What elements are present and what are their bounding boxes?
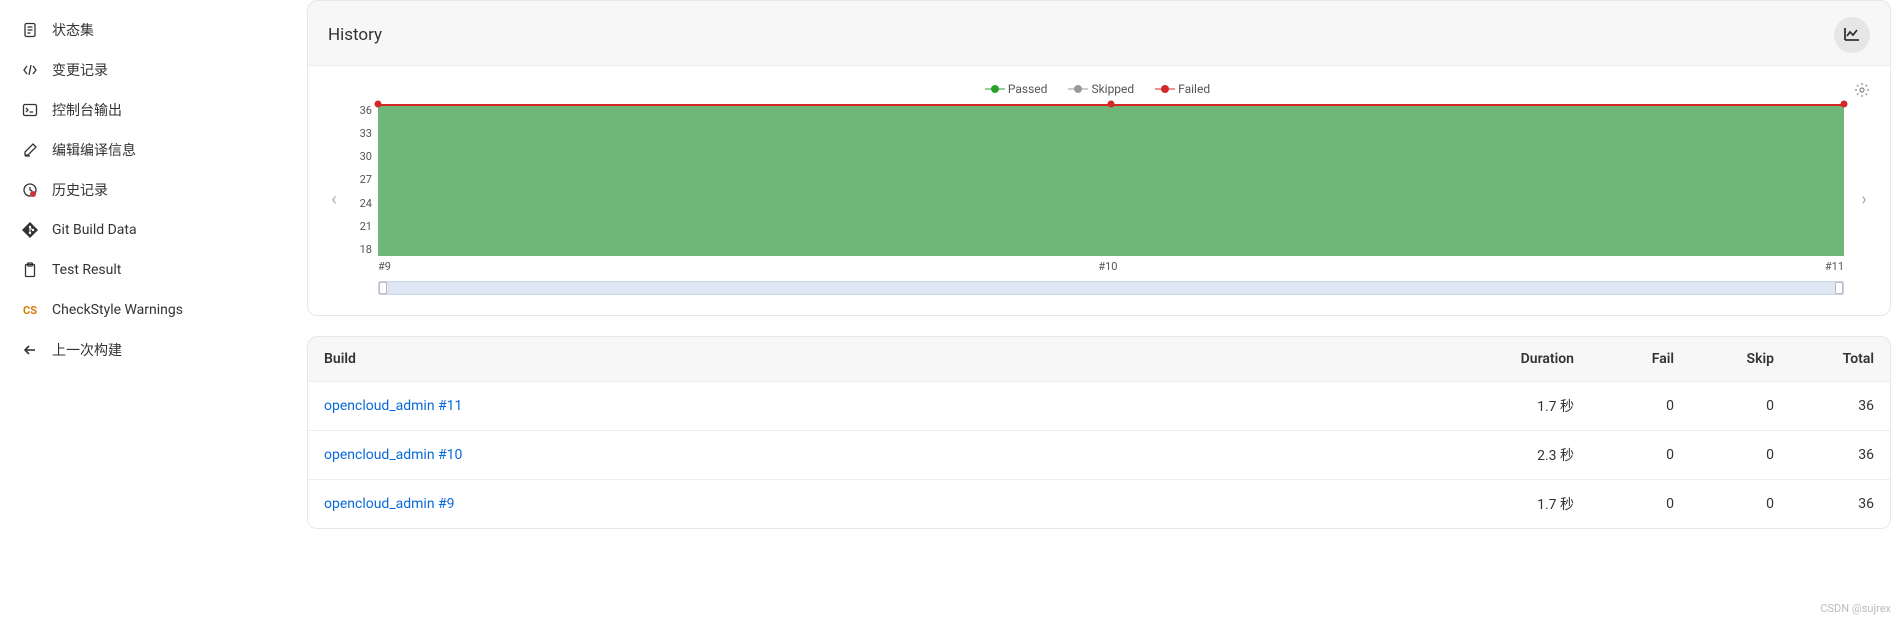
sidebar-item-label: Git Build Data (52, 222, 137, 238)
legend-dot-skipped (1071, 85, 1085, 93)
cell-duration: 1.7 秒 (1450, 382, 1590, 431)
legend-item-failed[interactable]: Failed (1158, 82, 1210, 96)
failed-point (375, 101, 382, 108)
failed-point (1841, 101, 1848, 108)
cell-skip: 0 (1690, 431, 1790, 480)
cell-build: opencloud_admin #9 (308, 480, 1450, 529)
sidebar-item-label: 编辑编译信息 (52, 140, 136, 160)
build-table: Build Duration Fail Skip Total opencloud… (308, 337, 1890, 528)
sidebar-item-console[interactable]: 控制台输出 (0, 90, 307, 130)
cell-total: 36 (1790, 431, 1890, 480)
clipboard-icon (20, 260, 40, 280)
chart-prev-button[interactable]: ‹ (324, 104, 344, 295)
table-row: opencloud_admin #102.3 秒0036 (308, 431, 1890, 480)
sidebar-item-status[interactable]: 状态集 (0, 10, 307, 50)
build-table-panel: Build Duration Fail Skip Total opencloud… (307, 336, 1891, 529)
chart-next-button[interactable]: › (1854, 104, 1874, 295)
sidebar-item-checkstyle[interactable]: CS CheckStyle Warnings (0, 290, 307, 330)
terminal-icon (20, 100, 40, 120)
table-row: opencloud_admin #91.7 秒0036 (308, 480, 1890, 529)
edit-icon (20, 140, 40, 160)
sidebar-item-label: 变更记录 (52, 60, 108, 80)
col-duration[interactable]: Duration (1450, 337, 1590, 382)
chart-inner: 36 33 30 27 24 21 18 #9 (354, 104, 1844, 295)
sidebar-item-label: 控制台输出 (52, 100, 122, 120)
range-handle-left[interactable] (379, 282, 387, 294)
failed-point (1108, 101, 1115, 108)
sidebar-item-label: CheckStyle Warnings (52, 302, 183, 318)
range-handle-right[interactable] (1835, 282, 1843, 294)
col-skip[interactable]: Skip (1690, 337, 1790, 382)
chart-legend: Passed Skipped Failed (324, 82, 1874, 96)
chart-plot[interactable] (378, 104, 1844, 256)
chart-area: Passed Skipped Failed ‹ 36 33 30 27 (308, 65, 1890, 315)
chart-toggle-button[interactable] (1834, 17, 1870, 53)
legend-dot-passed (988, 85, 1002, 93)
x-axis: #9 #10 #11 (378, 256, 1844, 273)
sidebar-item-test-result[interactable]: Test Result (0, 250, 307, 290)
cell-build: opencloud_admin #11 (308, 382, 1450, 431)
cell-total: 36 (1790, 480, 1890, 529)
watermark: CSDN @sujrex (1820, 602, 1891, 615)
cell-skip: 0 (1690, 480, 1790, 529)
cs-icon: CS (20, 300, 40, 320)
main: History Passed Skipped Failed ‹ 36 (307, 0, 1899, 619)
build-link[interactable]: opencloud_admin #10 (324, 447, 462, 463)
sidebar-item-label: 状态集 (52, 20, 94, 40)
cell-total: 36 (1790, 382, 1890, 431)
table-row: opencloud_admin #111.7 秒0036 (308, 382, 1890, 431)
table-header-row: Build Duration Fail Skip Total (308, 337, 1890, 382)
sidebar-item-edit-build[interactable]: 编辑编译信息 (0, 130, 307, 170)
sidebar-item-prev-build[interactable]: 上一次构建 (0, 330, 307, 370)
y-axis: 36 33 30 27 24 21 18 (354, 104, 378, 256)
legend-item-passed[interactable]: Passed (988, 82, 1048, 96)
chart-body: ‹ 36 33 30 27 24 21 18 (324, 104, 1874, 295)
cell-duration: 1.7 秒 (1450, 480, 1590, 529)
back-icon (20, 340, 40, 360)
history-icon (20, 180, 40, 200)
line-chart-icon (1843, 26, 1861, 44)
sidebar-item-git[interactable]: Git Build Data (0, 210, 307, 250)
sidebar-item-changes[interactable]: 变更记录 (0, 50, 307, 90)
passed-area (378, 104, 1844, 256)
code-icon (20, 60, 40, 80)
panel-title: History (328, 25, 382, 45)
col-fail[interactable]: Fail (1590, 337, 1690, 382)
cell-skip: 0 (1690, 382, 1790, 431)
chart-settings-button[interactable] (1854, 82, 1870, 102)
cell-fail: 0 (1590, 382, 1690, 431)
sidebar-item-label: 上一次构建 (52, 340, 122, 360)
chart-range-slider[interactable] (378, 281, 1844, 295)
col-total[interactable]: Total (1790, 337, 1890, 382)
sidebar-item-label: 历史记录 (52, 180, 108, 200)
legend-dot-failed (1158, 85, 1172, 93)
build-link[interactable]: opencloud_admin #11 (324, 398, 462, 414)
sidebar-item-label: Test Result (52, 262, 121, 278)
sidebar-item-history[interactable]: 历史记录 (0, 170, 307, 210)
gear-icon (1854, 82, 1870, 98)
history-panel: History Passed Skipped Failed ‹ 36 (307, 0, 1891, 316)
col-build[interactable]: Build (308, 337, 1450, 382)
panel-header: History (308, 1, 1890, 65)
cell-fail: 0 (1590, 431, 1690, 480)
cell-fail: 0 (1590, 480, 1690, 529)
legend-item-skipped[interactable]: Skipped (1071, 82, 1134, 96)
build-link[interactable]: opencloud_admin #9 (324, 496, 455, 512)
cell-build: opencloud_admin #10 (308, 431, 1450, 480)
file-icon (20, 20, 40, 40)
cell-duration: 2.3 秒 (1450, 431, 1590, 480)
git-icon (20, 220, 40, 240)
sidebar: 状态集 变更记录 控制台输出 编辑编译信息 历史记录 Git Build Dat… (0, 0, 307, 619)
